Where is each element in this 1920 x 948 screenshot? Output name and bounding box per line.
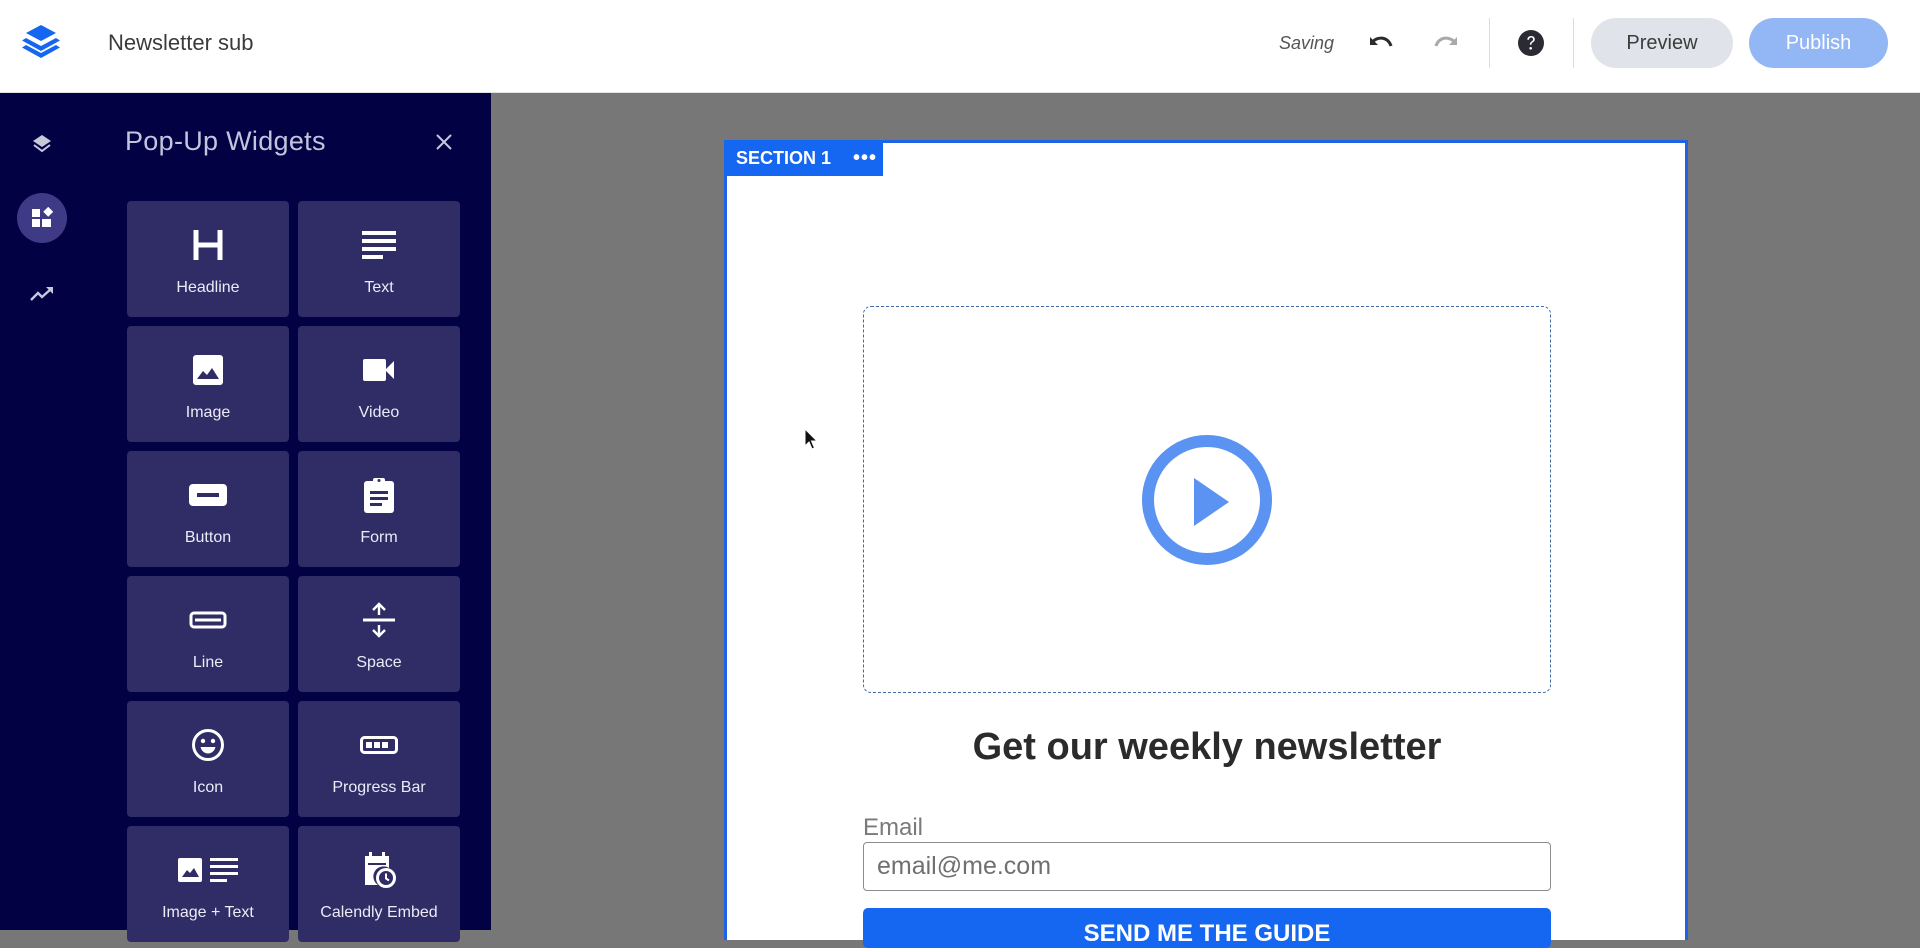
form-icon	[364, 478, 394, 513]
widget-headline[interactable]: Headline	[127, 201, 289, 317]
widget-icon[interactable]: Icon	[127, 701, 289, 817]
popup-headline[interactable]: Get our weekly newsletter	[863, 726, 1551, 769]
email-label: Email	[863, 814, 924, 841]
stacked-layers-logo-icon[interactable]	[18, 23, 64, 63]
redo-button[interactable]	[1430, 26, 1464, 60]
widget-label: Video	[358, 404, 400, 421]
widget-label: Button	[184, 529, 232, 546]
widget-form[interactable]: Form	[298, 451, 460, 567]
help-button[interactable]	[1514, 26, 1548, 60]
rail-item-analytics[interactable]	[17, 269, 67, 319]
widget-label: Image + Text	[162, 904, 254, 921]
email-field[interactable]	[863, 842, 1551, 891]
widget-video[interactable]: Video	[298, 326, 460, 442]
headline-icon	[193, 230, 223, 260]
undo-icon	[1370, 36, 1393, 47]
widget-label: Headline	[176, 279, 240, 296]
progress-bar-icon	[360, 736, 398, 754]
section-label: SECTION 1	[736, 147, 832, 168]
widget-calendly-embed[interactable]: Calendly Embed	[298, 826, 460, 942]
rail-item-widgets[interactable]	[17, 193, 67, 243]
video-icon	[363, 359, 394, 381]
widget-label: Image	[185, 404, 231, 421]
widget-progress-bar[interactable]: Progress Bar	[298, 701, 460, 817]
calendly-icon	[365, 852, 396, 888]
section-tag[interactable]: SECTION 1 •••	[724, 140, 883, 176]
widget-space[interactable]: Space	[298, 576, 460, 692]
widget-label: Progress Bar	[332, 779, 426, 796]
widget-grid: Headline Text Image Video Button Form Li…	[127, 201, 461, 942]
widgets-panel: Pop-Up Widgets Headline Text Image Video	[84, 93, 491, 942]
document-title[interactable]: Newsletter sub	[108, 30, 254, 56]
section-more-button[interactable]: •••	[853, 148, 877, 168]
widget-label: Calendly Embed	[320, 904, 438, 921]
image-text-icon	[178, 858, 238, 882]
widgets-icon	[32, 207, 53, 227]
undo-button[interactable]	[1363, 26, 1397, 60]
button-icon	[189, 484, 227, 506]
save-status: Saving	[1279, 33, 1335, 53]
widget-line[interactable]: Line	[127, 576, 289, 692]
widget-label: Line	[192, 654, 224, 671]
widget-label: Form	[360, 529, 398, 546]
publish-button[interactable]: Publish	[1749, 18, 1888, 68]
widget-image-text[interactable]: Image + Text	[127, 826, 289, 942]
widget-text[interactable]: Text	[298, 201, 460, 317]
redo-icon	[1434, 36, 1457, 47]
image-icon	[193, 355, 223, 385]
text-icon	[362, 231, 396, 259]
space-icon	[363, 602, 395, 638]
panel-close-button[interactable]	[432, 130, 456, 154]
send-guide-button[interactable]: SEND ME THE GUIDE	[863, 908, 1551, 948]
trending-up-icon	[30, 287, 53, 301]
video-placeholder[interactable]	[863, 306, 1551, 693]
top-bar: Newsletter sub Saving Preview Publish	[0, 0, 1920, 93]
line-icon	[189, 611, 227, 629]
close-icon	[436, 134, 452, 150]
widget-image[interactable]: Image	[127, 326, 289, 442]
widget-label: Space	[356, 654, 402, 671]
toolbar-divider	[1573, 18, 1574, 68]
preview-button[interactable]: Preview	[1591, 18, 1733, 68]
panel-title: Pop-Up Widgets	[125, 126, 326, 156]
smiley-icon	[192, 729, 224, 761]
widget-button[interactable]: Button	[127, 451, 289, 567]
mouse-cursor-icon	[804, 427, 820, 457]
rail-item-layers[interactable]	[17, 119, 67, 169]
left-rail	[0, 93, 84, 930]
widget-label: Text	[364, 279, 394, 296]
play-circle-icon	[1142, 434, 1272, 565]
layers-icon	[33, 135, 51, 153]
widget-label: Icon	[192, 779, 224, 796]
help-icon	[1518, 30, 1544, 56]
toolbar-divider	[1489, 18, 1490, 68]
